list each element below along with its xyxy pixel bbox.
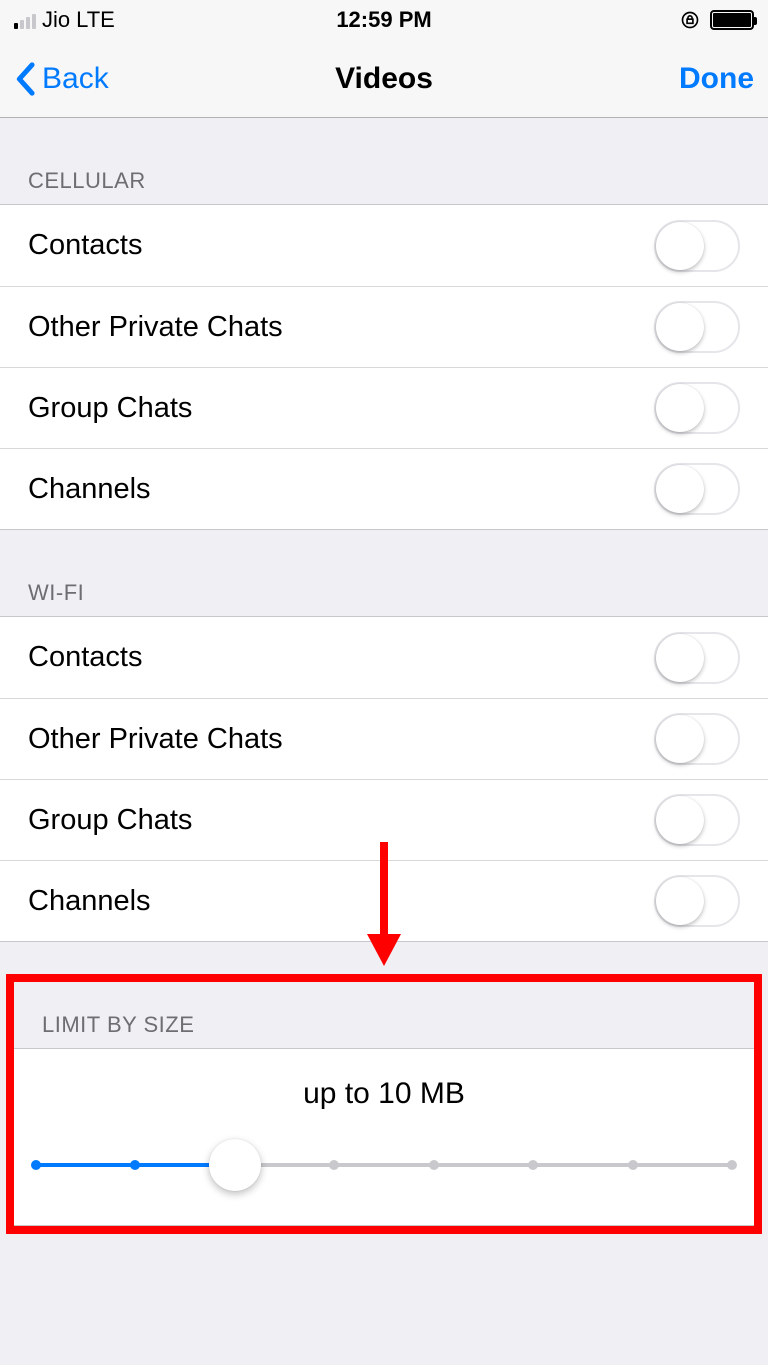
cell-label: Channels: [28, 885, 151, 918]
toggle-wifi-contacts[interactable]: [654, 632, 740, 684]
cellular-contacts-row[interactable]: Contacts: [0, 205, 768, 286]
slider-tick: [727, 1160, 737, 1170]
carrier-label: Jio: [42, 7, 70, 33]
limit-value-label: up to 10 MB: [36, 1077, 732, 1111]
toggle-wifi-group-chats[interactable]: [654, 794, 740, 846]
cellular-channels-row[interactable]: Channels: [0, 448, 768, 529]
toggle-cellular-group-chats[interactable]: [654, 382, 740, 434]
section-header-limit: LIMIT BY SIZE: [14, 982, 754, 1048]
cellular-other-private-row[interactable]: Other Private Chats: [0, 286, 768, 367]
wifi-group-chats-row[interactable]: Group Chats: [0, 779, 768, 860]
back-label: Back: [42, 62, 109, 96]
toggle-cellular-other-private[interactable]: [654, 301, 740, 353]
orientation-lock-icon: [680, 10, 700, 30]
slider-tick: [31, 1160, 41, 1170]
chevron-left-icon: [14, 62, 36, 96]
section-header-cellular: CELLULAR: [0, 118, 768, 204]
limit-size-slider[interactable]: [36, 1145, 732, 1185]
cell-label: Other Private Chats: [28, 311, 283, 344]
status-bar: Jio LTE 12:59 PM: [0, 0, 768, 40]
toggle-cellular-channels[interactable]: [654, 463, 740, 515]
navigation-bar: Back Videos Done: [0, 40, 768, 118]
annotation-highlight-box: LIMIT BY SIZE up to 10 MB: [6, 974, 762, 1234]
section-header-wifi: WI-FI: [0, 530, 768, 616]
back-button[interactable]: Back: [14, 62, 109, 96]
cell-label: Channels: [28, 473, 151, 506]
cellular-group-chats-row[interactable]: Group Chats: [0, 367, 768, 448]
done-label: Done: [679, 62, 754, 96]
cellular-group: Contacts Other Private Chats Group Chats…: [0, 204, 768, 530]
cell-label: Contacts: [28, 229, 142, 262]
wifi-contacts-row[interactable]: Contacts: [0, 617, 768, 698]
clock-label: 12:59 PM: [336, 7, 431, 33]
slider-thumb[interactable]: [209, 1139, 261, 1191]
slider-tick: [130, 1160, 140, 1170]
cell-label: Group Chats: [28, 804, 192, 837]
done-button[interactable]: Done: [679, 62, 754, 96]
battery-icon: [710, 10, 754, 30]
cell-label: Contacts: [28, 641, 142, 674]
wifi-channels-row[interactable]: Channels: [0, 860, 768, 941]
toggle-wifi-channels[interactable]: [654, 875, 740, 927]
limit-by-size-group: up to 10 MB: [14, 1048, 754, 1226]
slider-tick: [429, 1160, 439, 1170]
toggle-cellular-contacts[interactable]: [654, 220, 740, 272]
wifi-group: Contacts Other Private Chats Group Chats…: [0, 616, 768, 942]
page-title: Videos: [0, 62, 768, 96]
slider-tick: [528, 1160, 538, 1170]
slider-tick: [329, 1160, 339, 1170]
slider-tick: [628, 1160, 638, 1170]
toggle-wifi-other-private[interactable]: [654, 713, 740, 765]
signal-strength-icon: [14, 11, 36, 29]
cell-label: Group Chats: [28, 392, 192, 425]
wifi-other-private-row[interactable]: Other Private Chats: [0, 698, 768, 779]
cell-label: Other Private Chats: [28, 723, 283, 756]
network-label: LTE: [76, 7, 115, 33]
